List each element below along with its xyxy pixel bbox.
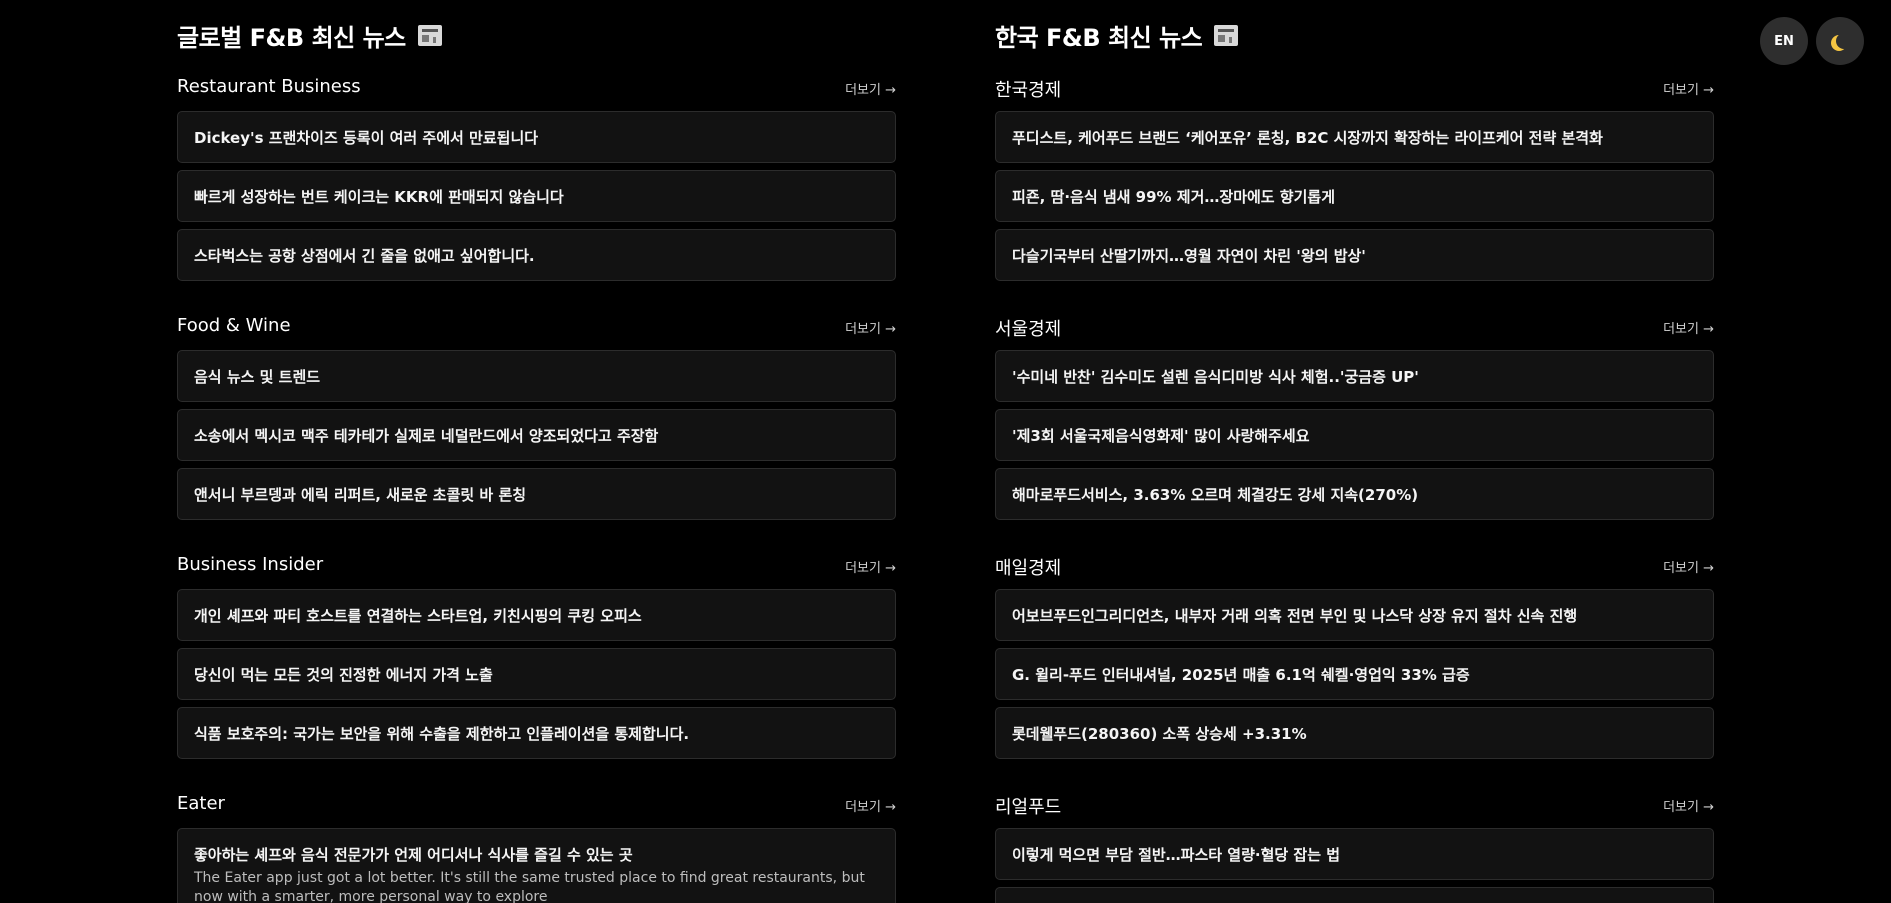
section-header: Food & Wine 더보기 → <box>177 315 896 339</box>
section-header: 한국경제 더보기 → <box>995 76 1714 101</box>
news-headline: 개인 셰프와 파티 호스트를 연결하는 스타트업, 키친시핑의 쿠킹 오피스 <box>194 607 642 625</box>
news-headline: 식품 보호주의: 국가는 보안을 위해 수출을 제한하고 인플레이션을 통제합니… <box>194 725 690 743</box>
news-card[interactable]: '수미네 반찬' 김수미도 설렌 음식디미방 식사 체험..'궁금증 UP' <box>995 350 1714 402</box>
more-link[interactable]: 더보기 → <box>1663 557 1714 576</box>
section-title: 리얼푸드 <box>995 797 1062 818</box>
news-section-seoul-economic: 서울경제 더보기 → '수미네 반찬' 김수미도 설렌 음식디미방 식사 체험.… <box>995 315 1714 520</box>
news-headline: 해마로푸드서비스, 3.63% 오르며 체결강도 강세 지속(270%) <box>1012 486 1419 504</box>
section-header: Eater 더보기 → <box>177 793 896 817</box>
news-section-restaurant-business: Restaurant Business 더보기 → Dickey's 프랜차이즈… <box>177 76 896 281</box>
global-news-title: 글로벌 F&B 최신 뉴스 <box>177 24 406 52</box>
section-title: 한국경제 <box>995 80 1062 101</box>
theme-toggle-button[interactable] <box>1816 17 1864 65</box>
news-section-food-and-wine: Food & Wine 더보기 → 음식 뉴스 및 트렌드 소송에서 멕시코 맥… <box>177 315 896 520</box>
news-headline: 어보브푸드인그리디언츠, 내부자 거래 의혹 전면 부인 및 나스닥 상장 유지… <box>1012 607 1578 625</box>
news-headline: 푸디스트, 케어푸드 브랜드 ‘케어포유’ 론칭, B2C 시장까지 확장하는 … <box>1012 129 1603 147</box>
language-label: EN <box>1774 33 1794 49</box>
news-card[interactable]: 롯데웰푸드(280360) 소폭 상승세 +3.31% <box>995 707 1714 759</box>
news-card[interactable]: 다슬기국부터 산딸기까지…영월 자연이 차린 '왕의 밥상' <box>995 229 1714 281</box>
more-link[interactable]: 더보기 → <box>845 318 896 337</box>
section-title: 서울경제 <box>995 319 1062 340</box>
news-headline: 음식 뉴스 및 트렌드 <box>194 368 321 386</box>
more-link[interactable]: 더보기 → <box>845 79 896 98</box>
news-headline: 피죤, 땀·음식 냄새 99% 제거…장마에도 향기롭게 <box>1012 188 1336 206</box>
newspaper-icon <box>417 25 442 46</box>
section-header: 서울경제 더보기 → <box>995 315 1714 340</box>
news-headline: 좋아하는 셰프와 음식 전문가가 언제 어디서나 식사를 즐길 수 있는 곳 <box>194 846 633 864</box>
news-card[interactable]: 빠르게 성장하는 번트 케이크는 KKR에 판매되지 않습니다 <box>177 170 896 222</box>
newspaper-icon <box>1214 25 1239 46</box>
news-section-business-insider: Business Insider 더보기 → 개인 셰프와 파티 호스트를 연결… <box>177 554 896 759</box>
moon-icon <box>1836 33 1852 49</box>
news-section-maeil-economic: 매일경제 더보기 → 어보브푸드인그리디언츠, 내부자 거래 의혹 전면 부인 … <box>995 554 1714 759</box>
news-card[interactable]: 어보브푸드인그리디언츠, 내부자 거래 의혹 전면 부인 및 나스닥 상장 유지… <box>995 589 1714 641</box>
news-headline: 앤서니 부르뎅과 에릭 리퍼트, 새로운 초콜릿 바 론칭 <box>194 486 527 504</box>
news-headline: Dickey's 프랜차이즈 등록이 여러 주에서 만료됩니다 <box>194 129 539 147</box>
news-headline: G. 윌리-푸드 인터내셔널, 2025년 매출 6.1억 쉐켈·영업익 33%… <box>1012 666 1470 684</box>
section-title: Restaurant Business <box>177 76 361 97</box>
section-title: Food & Wine <box>177 315 291 336</box>
section-title: Business Insider <box>177 554 324 575</box>
news-headline: 롯데웰푸드(280360) 소폭 상승세 +3.31% <box>1012 725 1307 743</box>
news-headline: 빠르게 성장하는 번트 케이크는 KKR에 판매되지 않습니다 <box>194 188 564 206</box>
section-title: 매일경제 <box>995 558 1062 579</box>
section-header: 리얼푸드 더보기 → <box>995 793 1714 818</box>
korea-news-title: 한국 F&B 최신 뉴스 <box>995 24 1203 52</box>
news-card[interactable]: 소송에서 멕시코 맥주 테카테가 실제로 네덜란드에서 양조되었다고 주장함 <box>177 409 896 461</box>
section-title: Eater <box>177 793 225 814</box>
news-card[interactable]: 당신이 먹는 모든 것의 진정한 에너지 가격 노출 <box>177 648 896 700</box>
news-headline: '제3회 서울국제음식영화제' 많이 사랑해주세요 <box>1012 427 1310 445</box>
news-description: The Eater app just got a lot better. It'… <box>194 870 865 903</box>
news-card[interactable]: 좋아하는 셰프와 음식 전문가가 언제 어디서나 식사를 즐길 수 있는 곳 T… <box>177 828 896 903</box>
news-section-real-food: 리얼푸드 더보기 → 이렇게 먹으면 부담 절반…파스타 열량·혈당 잡는 법 <box>995 793 1714 903</box>
news-card[interactable]: 음식 뉴스 및 트렌드 <box>177 350 896 402</box>
news-headline: 소송에서 멕시코 맥주 테카테가 실제로 네덜란드에서 양조되었다고 주장함 <box>194 427 659 445</box>
news-card[interactable]: 해마로푸드서비스, 3.63% 오르며 체결강도 강세 지속(270%) <box>995 468 1714 520</box>
news-card[interactable]: 개인 셰프와 파티 호스트를 연결하는 스타트업, 키친시핑의 쿠킹 오피스 <box>177 589 896 641</box>
news-headline: 이렇게 먹으면 부담 절반…파스타 열량·혈당 잡는 법 <box>1012 846 1341 864</box>
news-card[interactable]: 스타벅스는 공항 상점에서 긴 줄을 없애고 싶어합니다. <box>177 229 896 281</box>
section-header: 매일경제 더보기 → <box>995 554 1714 579</box>
more-link[interactable]: 더보기 → <box>845 796 896 815</box>
news-card[interactable]: 앤서니 부르뎅과 에릭 리퍼트, 새로운 초콜릿 바 론칭 <box>177 468 896 520</box>
section-header: Business Insider 더보기 → <box>177 554 896 578</box>
news-dashboard: 글로벌 F&B 최신 뉴스 Restaurant Business 더보기 → … <box>0 0 1891 903</box>
news-headline: 당신이 먹는 모든 것의 진정한 에너지 가격 노출 <box>194 666 493 684</box>
news-card[interactable]: 이렇게 먹으면 부담 절반…파스타 열량·혈당 잡는 법 <box>995 828 1714 880</box>
news-headline: 다슬기국부터 산딸기까지…영월 자연이 차린 '왕의 밥상' <box>1012 247 1366 265</box>
news-card[interactable]: 식품 보호주의: 국가는 보안을 위해 수출을 제한하고 인플레이션을 통제합니… <box>177 707 896 759</box>
more-link[interactable]: 더보기 → <box>1663 796 1714 815</box>
korea-news-heading: 한국 F&B 최신 뉴스 <box>995 18 1239 53</box>
more-link[interactable]: 더보기 → <box>1663 318 1714 337</box>
news-section-hankyung: 한국경제 더보기 → 푸디스트, 케어푸드 브랜드 ‘케어포유’ 론칭, B2C… <box>995 76 1714 281</box>
news-card[interactable] <box>995 887 1714 903</box>
news-card[interactable]: G. 윌리-푸드 인터내셔널, 2025년 매출 6.1억 쉐켈·영업익 33%… <box>995 648 1714 700</box>
news-card[interactable]: Dickey's 프랜차이즈 등록이 여러 주에서 만료됩니다 <box>177 111 896 163</box>
more-link[interactable]: 더보기 → <box>1663 79 1714 98</box>
more-link[interactable]: 더보기 → <box>845 557 896 576</box>
news-section-eater: Eater 더보기 → 좋아하는 셰프와 음식 전문가가 언제 어디서나 식사를… <box>177 793 896 903</box>
news-headline: 스타벅스는 공항 상점에서 긴 줄을 없애고 싶어합니다. <box>194 247 535 265</box>
section-header: Restaurant Business 더보기 → <box>177 76 896 100</box>
global-news-heading: 글로벌 F&B 최신 뉴스 <box>177 18 442 53</box>
news-card[interactable]: '제3회 서울국제음식영화제' 많이 사랑해주세요 <box>995 409 1714 461</box>
news-card[interactable]: 피죤, 땀·음식 냄새 99% 제거…장마에도 향기롭게 <box>995 170 1714 222</box>
news-headline: '수미네 반찬' 김수미도 설렌 음식디미방 식사 체험..'궁금증 UP' <box>1012 368 1419 386</box>
news-card[interactable]: 푸디스트, 케어푸드 브랜드 ‘케어포유’ 론칭, B2C 시장까지 확장하는 … <box>995 111 1714 163</box>
language-toggle-button[interactable]: EN <box>1760 17 1808 65</box>
